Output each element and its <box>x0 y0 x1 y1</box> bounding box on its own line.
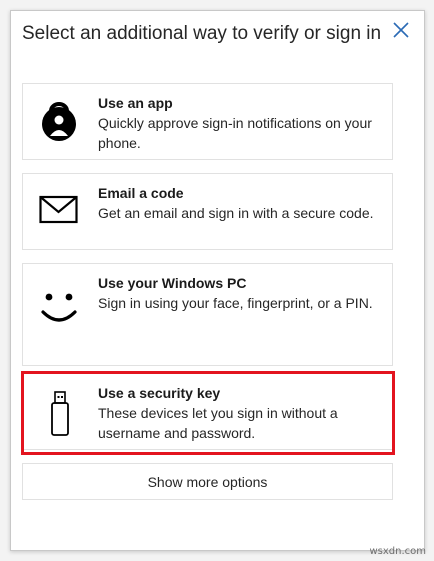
option-title: Email a code <box>98 185 184 201</box>
authenticator-app-icon <box>42 102 76 141</box>
option-description: Get an email and sign in with a secure c… <box>98 205 374 221</box>
option-title: Use a security key <box>98 385 221 401</box>
option-description: Sign in using your face, fingerprint, or… <box>98 295 373 311</box>
option-email-code[interactable]: Email a code Get an email and sign in wi… <box>22 173 393 250</box>
show-more-options-button[interactable]: Show more options <box>22 463 393 500</box>
watermark: wsxdn.com <box>369 546 426 557</box>
option-security-key[interactable]: Use a security key These devices let you… <box>22 373 393 450</box>
option-title: Use your Windows PC <box>98 275 247 291</box>
option-description: Quickly approve sign-in notifications on… <box>98 115 372 151</box>
option-windows-pc[interactable]: Use your Windows PC Sign in using your f… <box>22 263 393 366</box>
usb-key-icon <box>51 391 69 436</box>
close-icon <box>393 22 409 38</box>
smiley-face-icon <box>41 293 77 322</box>
option-use-app[interactable]: Use an app Quickly approve sign-in notif… <box>22 83 393 160</box>
envelope-icon <box>39 195 78 224</box>
close-button[interactable] <box>390 19 412 41</box>
option-description: These devices let you sign in without a … <box>98 405 338 441</box>
option-title: Use an app <box>98 95 173 111</box>
dialog-title: Select an additional way to verify or si… <box>22 23 382 44</box>
